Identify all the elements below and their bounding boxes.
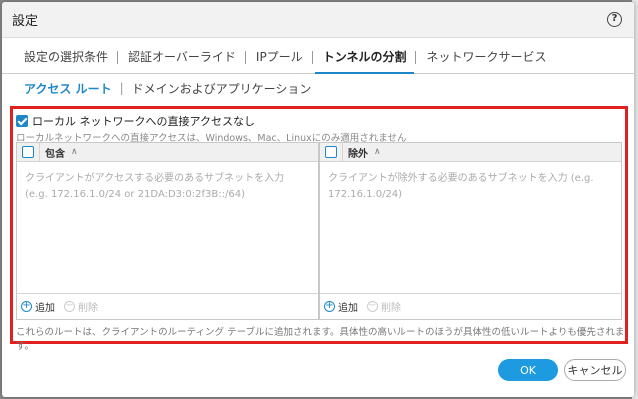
ok-button[interactable]: OK [498,359,558,381]
dialog-titlebar: 設定 ? [2,2,634,38]
dialog-actions: OK キャンセル [498,359,626,381]
tab-selection-criteria[interactable]: 設定の選択条件 [14,48,119,73]
exclude-delete-button[interactable]: − 削除 [367,299,401,314]
exclude-column-title[interactable]: 除外 [348,145,368,160]
exclude-table-footer: + 追加 − 削除 [320,293,621,319]
include-add-button[interactable]: + 追加 [21,299,55,314]
no-direct-access-label: ローカル ネットワークへの直接アクセスなし [32,115,255,128]
subtab-access-route[interactable]: アクセス ルート [24,80,112,97]
minus-icon: − [64,300,75,312]
tab-split-tunnel[interactable]: トンネルの分割 [313,48,417,74]
include-column-title[interactable]: 包含 [45,145,65,160]
sort-icon[interactable]: ∧ [374,147,381,157]
cancel-button[interactable]: キャンセル [564,359,626,381]
column-divider [342,142,343,162]
subtab-separator: | [119,81,124,95]
no-direct-access-row: ローカル ネットワークへの直接アクセスなし [13,109,625,129]
plus-icon: + [21,300,32,312]
route-tables: 包含 ∧ クライアントがアクセスする必要のあるサブネットを入力 (e.g. 17… [16,142,622,320]
include-add-label: 追加 [35,303,55,314]
route-priority-note: これらのルートは、クライアントのルーティング テーブルに追加されます。具体性の高… [16,327,625,352]
include-placeholder[interactable]: クライアントがアクセスする必要のあるサブネットを入力 (e.g. 172.16.… [17,162,318,293]
minus-icon: − [367,300,378,312]
plus-icon: + [324,300,335,312]
tab-bar: 設定の選択条件 認証オーバーライド IPプール トンネルの分割 ネットワークサー… [2,38,634,74]
tab-network-services[interactable]: ネットワークサービス [416,48,556,73]
tab-auth-override[interactable]: 認証オーバーライド [118,48,246,73]
include-delete-button[interactable]: − 削除 [64,299,98,314]
subtab-bar: アクセス ルート | ドメインおよびアプリケーション [2,74,634,102]
access-route-panel: ローカル ネットワークへの直接アクセスなし ローカルネットワークへの直接アクセス… [10,106,628,352]
exclude-table-header: 除外 ∧ [320,142,621,162]
dialog-title: 設定 [12,14,39,29]
exclude-placeholder[interactable]: クライアントが除外する必要のあるサブネットを入力 (e.g. 172.16.1.… [320,162,621,293]
subtab-domain-app[interactable]: ドメインおよびアプリケーション [132,80,312,97]
sort-icon[interactable]: ∧ [71,147,78,157]
include-select-all-checkbox[interactable] [22,146,34,158]
help-icon[interactable]: ? [607,12,622,27]
exclude-add-label: 追加 [338,303,358,314]
include-table-header: 包含 ∧ [17,142,318,162]
exclude-table: 除外 ∧ クライアントが除外する必要のあるサブネットを入力 (e.g. 172.… [319,142,622,320]
include-delete-label: 削除 [78,303,98,314]
no-direct-access-checkbox[interactable] [16,115,28,127]
settings-dialog: 設定 ? 設定の選択条件 認証オーバーライド IPプール トンネルの分割 ネット… [2,2,634,397]
tab-ip-pool[interactable]: IPプール [246,48,313,73]
include-table: 包含 ∧ クライアントがアクセスする必要のあるサブネットを入力 (e.g. 17… [16,142,319,320]
exclude-delete-label: 削除 [381,303,401,314]
column-divider [39,142,40,162]
include-table-footer: + 追加 − 削除 [17,293,318,319]
exclude-select-all-checkbox[interactable] [325,146,337,158]
exclude-add-button[interactable]: + 追加 [324,299,358,314]
